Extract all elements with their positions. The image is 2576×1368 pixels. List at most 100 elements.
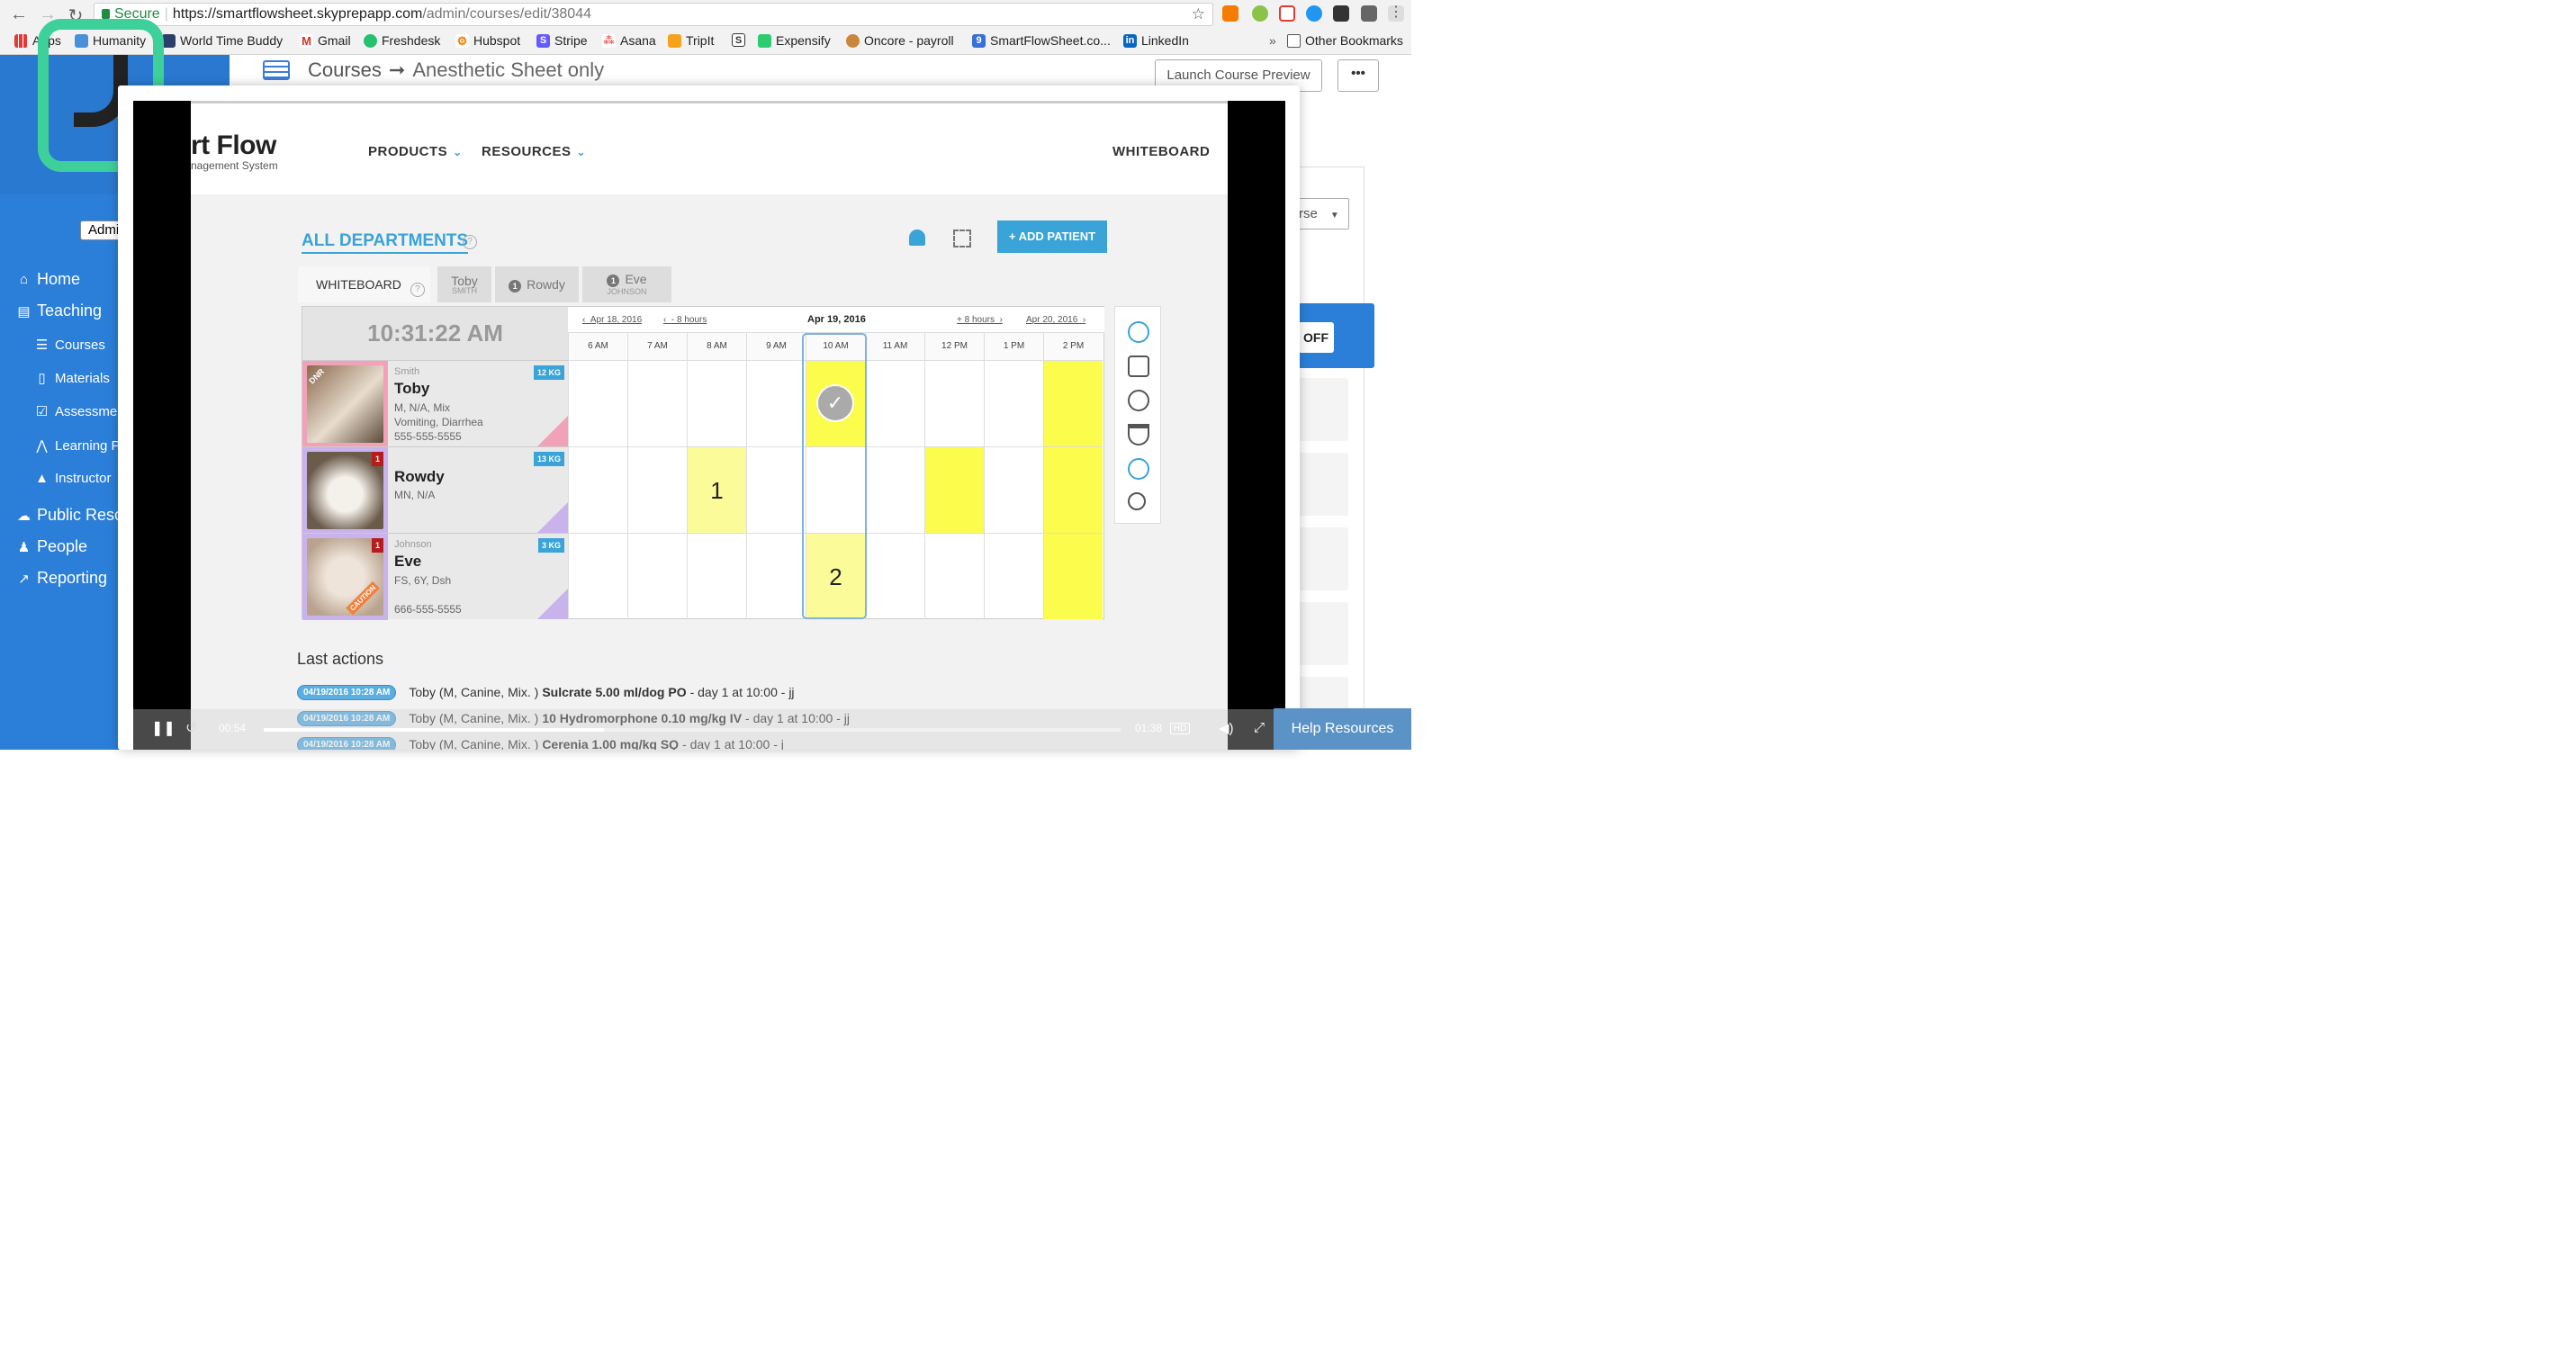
sidebar-item-courses[interactable]: ☰ Courses	[34, 337, 105, 354]
prev-hours-link: ‹ - 8 hours	[663, 315, 707, 325]
help-resources-button[interactable]: Help Resources	[1274, 708, 1411, 750]
hubspot-icon: ⚙	[455, 33, 469, 48]
sidebar-item-teaching[interactable]: ▤ Teaching	[16, 302, 102, 320]
course-select[interactable]: rse ▼	[1298, 198, 1349, 230]
bookmark-expensify[interactable]: Expensify	[758, 33, 831, 48]
toolbar-vertical	[1114, 306, 1161, 524]
sidebar-item-assessments[interactable]: ☑ Assessmen	[34, 403, 125, 420]
bookmark-gmail[interactable]: M Gmail	[300, 33, 351, 48]
all-departments-title: ALL DEPARTMENTS	[302, 231, 469, 254]
bookmark-stripe[interactable]: S Stripe	[536, 33, 588, 48]
bookmark-label: SmartFlowSheet.co...	[990, 33, 1111, 48]
gmail-icon: M	[300, 33, 313, 48]
caret-down-icon: ▼	[1329, 211, 1339, 220]
date-navigation: ‹ Apr 18, 2016 ‹ - 8 hours Apr 19, 2016 …	[568, 307, 1104, 333]
bookmark-asana[interactable]: ⁂ Asana	[602, 33, 656, 48]
sidebar-item-instructor[interactable]: ▲ Instructor	[34, 471, 111, 486]
person-icon: ♟	[17, 539, 31, 555]
tab-sublabel: SMITH	[452, 286, 477, 295]
tab-toby: Toby SMITH	[437, 266, 491, 302]
patient-phone: 666-555-5555	[394, 603, 462, 616]
patient-name: Eve	[394, 553, 422, 570]
bookmarks-overflow[interactable]: »	[1269, 33, 1276, 48]
breadcrumb-root[interactable]: Courses	[308, 58, 382, 82]
timer-icon	[1128, 390, 1149, 411]
folder-icon	[1287, 33, 1301, 48]
grid-cell	[746, 446, 806, 533]
bookmark-oncore[interactable]: Oncore - payroll	[846, 33, 954, 48]
sidebar-item-label: Home	[37, 270, 81, 288]
corner-flag	[537, 416, 568, 446]
back-icon[interactable]: ←	[9, 4, 29, 25]
time-elapsed: 00:54	[219, 722, 247, 734]
hubspot-ext-icon[interactable]	[1222, 5, 1238, 22]
home-icon: ⌂	[19, 272, 29, 287]
bookmark-smartsheet[interactable]: S	[732, 33, 750, 47]
dots-ext-icon[interactable]	[1333, 5, 1349, 22]
off-toggle-button[interactable]: OFF	[1298, 322, 1334, 353]
rewind-icon[interactable]: ↺	[185, 719, 197, 737]
bookmark-world-time-buddy[interactable]: World Time Buddy	[162, 33, 283, 48]
address-bar[interactable]: Secure | https://smartflowsheet.skyprepapp…	[94, 3, 1213, 26]
owner-name: Smith	[394, 366, 420, 377]
corner-flag	[537, 589, 568, 619]
hour-header: 6 AM	[568, 333, 627, 360]
android-ext-icon[interactable]	[1252, 5, 1268, 22]
sidebar-item-public-resources[interactable]: ☁ Public Reso	[16, 506, 123, 525]
patient-complaint: Vomiting, Diarrhea	[394, 416, 483, 428]
more-options-button[interactable]: •••	[1338, 59, 1379, 92]
grid-cell-task: 1	[687, 446, 746, 533]
nav-products: PRODUCTS ⌄	[368, 144, 463, 159]
action-medication: Sulcrate 5.00 ml/dog PO	[542, 685, 687, 699]
zoom-ext-icon[interactable]	[1306, 5, 1322, 22]
arrow-right-icon: ➞	[388, 58, 406, 81]
grid-cell	[568, 533, 627, 619]
clipboard-icon	[1128, 356, 1149, 377]
bookmark-tripit[interactable]: TripIt	[668, 33, 714, 48]
action-patient: Toby (M, Canine, Mix. )	[409, 685, 539, 699]
clock: 10:31:22 AM	[302, 307, 568, 360]
hour-header: 1 PM	[984, 333, 1043, 360]
sidebar-item-learning-paths[interactable]: ⋀ Learning P	[34, 437, 120, 454]
bookmark-hubspot[interactable]: ⚙ Hubspot	[455, 33, 520, 48]
grid-cell	[865, 533, 924, 619]
fullscreen-toggle-icon[interactable]: ⤢	[1254, 720, 1265, 735]
hour-header: 8 AM	[687, 333, 746, 360]
brand-title: rt Flow	[191, 130, 276, 160]
stripe-icon: S	[536, 33, 550, 48]
hd-toggle[interactable]: HD	[1170, 723, 1191, 734]
timestamp-badge: 04/19/2016 10:28 AM	[297, 684, 397, 700]
volume-icon[interactable]: ◀)	[1219, 720, 1234, 736]
tab-count-badge: 1	[509, 280, 522, 292]
grid-cell	[568, 360, 627, 446]
bookmark-label: LinkedIn	[1141, 33, 1189, 48]
calendar-icon: 9	[972, 33, 986, 48]
grid-cell	[924, 360, 984, 446]
bell-icon	[909, 230, 925, 246]
progress-bar[interactable]	[264, 728, 1121, 732]
pocket-ext-icon[interactable]	[1361, 5, 1377, 22]
sidebar-item-materials[interactable]: ▯ Materials	[34, 370, 110, 387]
sidebar-item-reporting[interactable]: ↗ Reporting	[16, 569, 107, 588]
help-icon: ?	[463, 235, 477, 249]
bookmark-linkedin[interactable]: in LinkedIn	[1123, 33, 1189, 48]
patient-name: Toby	[394, 380, 430, 397]
patient-info: FS, 6Y, Dsh	[394, 574, 452, 587]
patient-info: M, N/A, Mix	[394, 401, 450, 414]
sidebar-item-people[interactable]: ♟ People	[16, 537, 87, 556]
grid-cell	[568, 446, 627, 533]
pause-icon[interactable]: ❚❚	[151, 719, 176, 737]
menu-icon[interactable]: ⋮	[1388, 5, 1404, 22]
star-icon[interactable]: ☆	[1192, 4, 1205, 25]
rainbow-ext-icon[interactable]	[1279, 5, 1295, 22]
other-bookmarks[interactable]: Other Bookmarks	[1287, 33, 1403, 48]
expensify-icon	[758, 33, 771, 48]
sidebar-item-home[interactable]: ⌂ Home	[16, 270, 80, 289]
patient-row-rowdy: 1 Rowdy MN, N/A 13 KG	[302, 446, 568, 534]
progress-fill	[264, 728, 604, 732]
patient-info: MN, N/A	[394, 489, 436, 501]
bookmark-smartflowsheet[interactable]: 9 SmartFlowSheet.co...	[972, 33, 1111, 48]
owner-name: Johnson	[394, 539, 432, 550]
grid-cell	[984, 533, 1043, 619]
bookmark-freshdesk[interactable]: Freshdesk	[364, 33, 440, 48]
